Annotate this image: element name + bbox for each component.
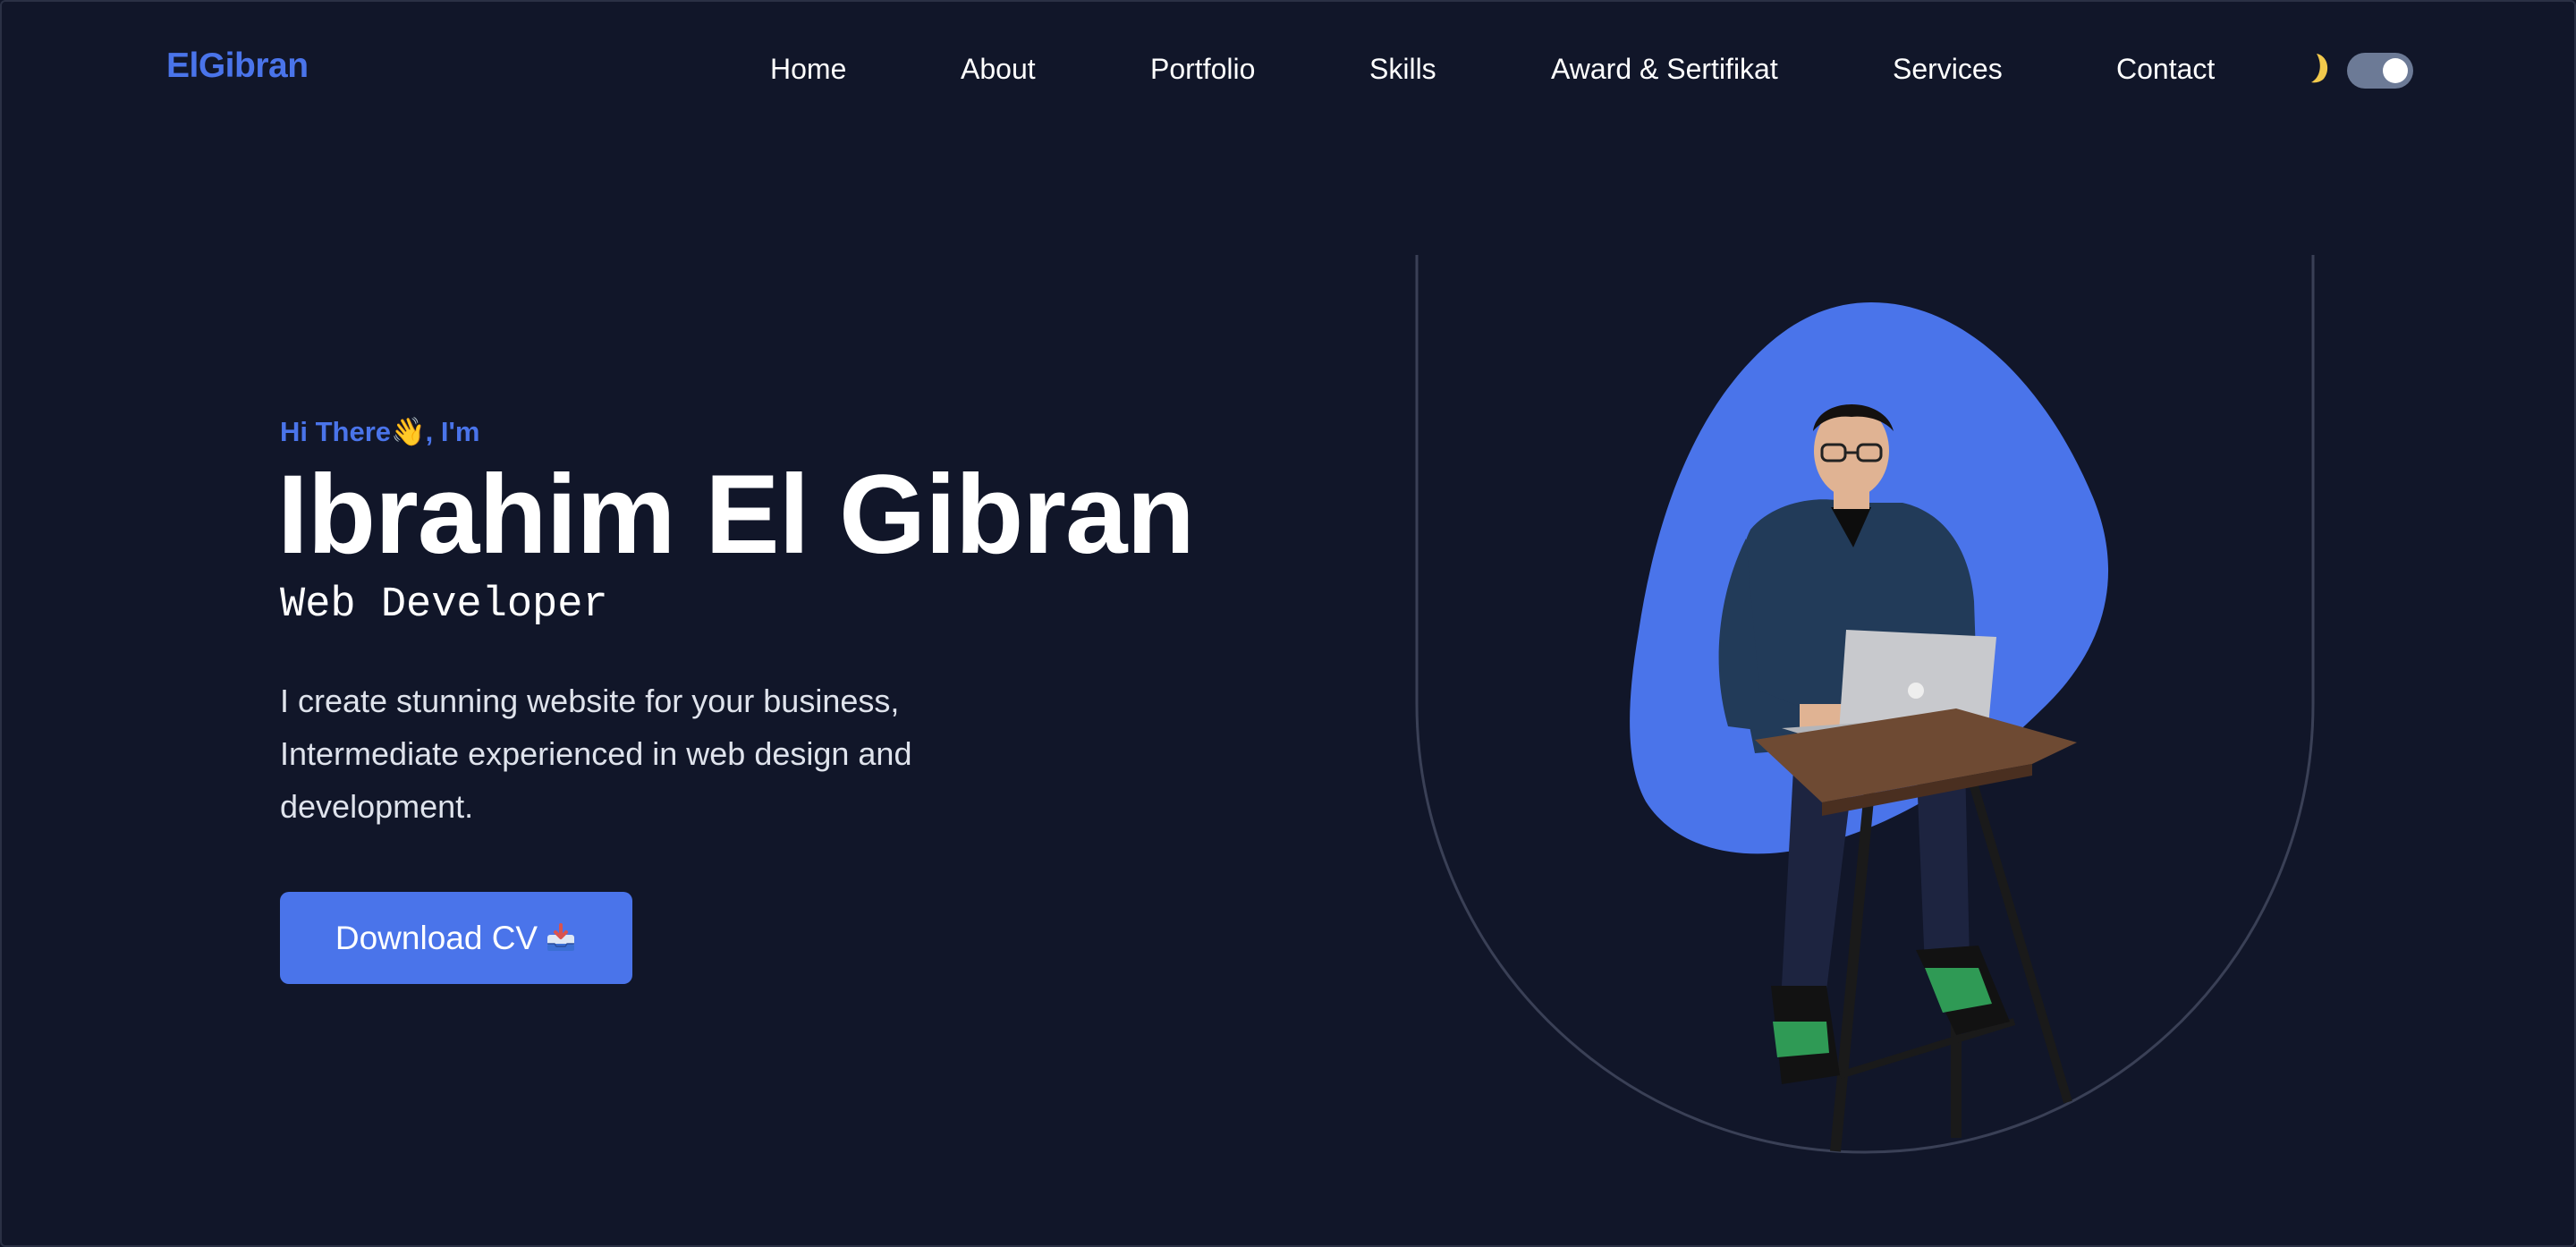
nav-link-services[interactable]: Services xyxy=(1893,53,2003,86)
nav-link-award-sertifikat[interactable]: Award & Sertifikat xyxy=(1551,53,1778,86)
hero-role: Web Developer xyxy=(280,581,608,629)
nav-link-skills[interactable]: Skills xyxy=(1369,53,1436,86)
hero-description: I create stunning website for your busin… xyxy=(280,683,912,825)
toggle-knob xyxy=(2383,58,2408,83)
inbox-tray-icon xyxy=(547,922,575,951)
download-cv-button[interactable]: Download CV xyxy=(280,892,632,984)
download-cv-label: Download CV xyxy=(335,919,538,956)
hero-name: Ibrahim El Gibran xyxy=(277,453,1195,577)
hero-greeting: Hi There👋, I'm xyxy=(280,416,480,447)
moon-icon xyxy=(2311,54,2328,83)
nav-links: Home About Portfolio Skills Award & Sert… xyxy=(2,53,2574,89)
nav-link-about[interactable]: About xyxy=(961,53,1036,86)
portrait-photo xyxy=(1718,404,2077,1152)
nav-link-home[interactable]: Home xyxy=(770,53,846,86)
page: ElGibran Home About Portfolio Skills Awa… xyxy=(0,0,2576,1247)
nav-link-contact[interactable]: Contact xyxy=(2116,53,2215,86)
navbar: ElGibran Home About Portfolio Skills Awa… xyxy=(2,2,2574,136)
nav-link-portfolio[interactable]: Portfolio xyxy=(1150,53,1255,86)
theme-toggle[interactable] xyxy=(2347,53,2413,89)
